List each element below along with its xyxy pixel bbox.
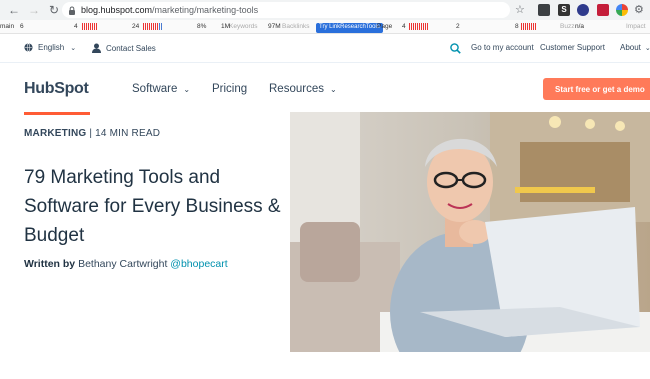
- seo-value: 8: [515, 23, 519, 30]
- support-label: Customer Support: [540, 43, 605, 52]
- go-to-account-link[interactable]: Go to my account: [471, 43, 534, 52]
- globe-icon: [24, 43, 33, 52]
- puzzle-icon[interactable]: ⚙: [634, 4, 646, 16]
- seo-label: Buzz: [560, 23, 575, 30]
- reload-icon[interactable]: ↻: [46, 2, 62, 18]
- back-icon[interactable]: ←: [6, 2, 22, 18]
- main-nav: HubSpot Software ⌄ Pricing Resources ⌄ S…: [0, 62, 650, 114]
- contact-sales-link[interactable]: Contact Sales: [92, 43, 156, 53]
- person-icon: [92, 43, 101, 53]
- seo-label: Page: [377, 23, 393, 30]
- language-selector[interactable]: English ⌄: [24, 43, 76, 52]
- lock-icon: [69, 6, 75, 15]
- customer-support-link[interactable]: Customer Support: [540, 43, 605, 52]
- woman-with-laptop-photo: [290, 112, 650, 352]
- seo-meter: [521, 23, 536, 30]
- extension-icon-1[interactable]: [538, 4, 550, 16]
- seo-label: Keywords: [229, 23, 258, 30]
- address-bar[interactable]: blog.hubspot.com/marketing/marketing-too…: [62, 2, 510, 18]
- seo-value: 4: [402, 23, 406, 30]
- start-free-demo-button[interactable]: Start free or get a demo: [543, 78, 650, 100]
- account-label: Go to my account: [471, 43, 534, 52]
- article-eyebrow: MARKETING | 14 MIN READ: [24, 128, 160, 139]
- author-name[interactable]: Bethany Cartwright: [78, 258, 167, 270]
- try-linkresearchtools-button[interactable]: Try LinkResearchTools: [316, 23, 383, 33]
- nav-pricing[interactable]: Pricing: [212, 83, 247, 95]
- language-label: English: [38, 43, 65, 52]
- seo-value: 8%: [197, 23, 207, 30]
- nav-pricing-label: Pricing: [212, 83, 248, 95]
- seo-value: n/a: [575, 23, 585, 30]
- hero-accent-bar: [24, 112, 90, 115]
- hubspot-logo[interactable]: HubSpot: [24, 80, 89, 98]
- nav-resources[interactable]: Resources ⌄: [269, 83, 337, 95]
- seo-value: 97M: [268, 23, 281, 30]
- seo-value: 4: [74, 23, 78, 30]
- logo-text: HubSpot: [24, 80, 89, 97]
- seo-value: 2: [456, 23, 460, 30]
- extension-icon-4[interactable]: [597, 4, 609, 16]
- author-handle[interactable]: @bhopecart: [170, 258, 227, 270]
- about-menu[interactable]: About ⌄: [620, 43, 650, 52]
- bookmark-star-icon[interactable]: ☆: [515, 3, 525, 16]
- hero-image: [290, 112, 650, 352]
- extension-icon-5[interactable]: [616, 4, 628, 16]
- chevron-down-icon: ⌄: [329, 84, 337, 94]
- nav-software[interactable]: Software ⌄: [132, 83, 190, 95]
- search-icon: [450, 43, 461, 54]
- about-label: About: [620, 43, 641, 52]
- chevron-down-icon: ⌄: [70, 44, 77, 52]
- article-category[interactable]: MARKETING: [24, 128, 86, 139]
- extension-icon-2[interactable]: S: [558, 4, 570, 16]
- read-time: | 14 MIN READ: [89, 128, 161, 139]
- nav-resources-label: Resources: [269, 83, 324, 95]
- url-path: /marketing/marketing-tools: [152, 5, 259, 15]
- search-button[interactable]: [450, 43, 466, 54]
- byline: Written by Bethany Cartwright @bhopecart: [24, 258, 228, 270]
- seo-meter: [82, 23, 97, 30]
- forward-icon[interactable]: →: [26, 2, 42, 18]
- written-by-label: Written by: [24, 258, 76, 270]
- seo-value: 24: [132, 23, 140, 30]
- chevron-down-icon: ⌄: [183, 84, 191, 94]
- seo-label: main: [0, 23, 15, 30]
- url-host: blog.hubspot.com: [81, 5, 153, 15]
- article-title: 79 Marketing Tools and Software for Ever…: [24, 167, 281, 246]
- nav-software-label: Software: [132, 83, 178, 95]
- seo-label: Impact: [626, 23, 646, 30]
- seo-meter: [409, 23, 428, 30]
- seo-toolbar: main 6 4 24 8% 1M Keywords 97M Backlinks…: [0, 20, 650, 34]
- contact-sales-label: Contact Sales: [106, 43, 156, 53]
- extension-icon-3[interactable]: [577, 4, 589, 16]
- utility-nav: English ⌄ Contact Sales Go to my account…: [0, 34, 650, 62]
- chevron-down-icon: ⌄: [644, 44, 650, 52]
- seo-label: Backlinks: [282, 23, 310, 30]
- seo-value: 6: [20, 23, 24, 30]
- seo-meter: [143, 23, 162, 30]
